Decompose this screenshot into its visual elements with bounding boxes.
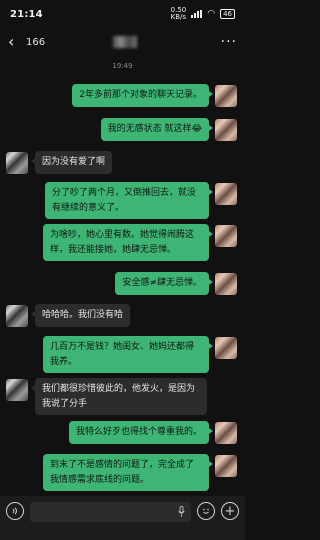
message-bubble[interactable]: 安全感≠肆无忌惮。 bbox=[115, 272, 213, 295]
microphone-icon[interactable] bbox=[178, 506, 185, 518]
battery-icon: 46 bbox=[220, 9, 235, 19]
wifi-icon: ◠ bbox=[207, 9, 216, 19]
net-speed: 0.50 KB/s bbox=[170, 6, 187, 21]
my-avatar[interactable] bbox=[215, 455, 237, 477]
back-arrow-icon[interactable]: ‹ bbox=[8, 34, 22, 50]
unread-count: 166 bbox=[26, 36, 46, 48]
status-indicators: 0.50 KB/s ◠ 46 bbox=[171, 7, 235, 21]
my-avatar[interactable] bbox=[215, 337, 237, 359]
my-avatar[interactable] bbox=[215, 85, 237, 107]
more-options-icon[interactable]: ··· bbox=[221, 34, 237, 50]
status-time: 21:14 bbox=[10, 8, 43, 20]
smiley-face-icon bbox=[203, 508, 209, 514]
my-avatar[interactable] bbox=[215, 422, 237, 444]
signal-icon bbox=[191, 10, 203, 18]
contact-avatar[interactable] bbox=[6, 379, 28, 401]
input-bar: + bbox=[0, 496, 245, 540]
message-bubble[interactable]: 我的无感状态 就这样😂 bbox=[100, 118, 214, 141]
contact-avatar[interactable] bbox=[6, 305, 28, 327]
message-bubble[interactable]: 分了吵了两个月，又倒推回去，就没有继续的意义了。 bbox=[45, 182, 213, 219]
message-bubble[interactable]: 几百万不是钱？她闺女、她妈还都得我养。 bbox=[43, 336, 213, 373]
message-bubble[interactable]: 哈哈哈。我们没有哈 bbox=[30, 304, 131, 327]
message-bubble[interactable]: 到末了不是感情的问题了，完全成了我情感需求底线的问题。 bbox=[43, 454, 213, 491]
my-avatar[interactable] bbox=[215, 273, 237, 295]
emoji-icon[interactable] bbox=[197, 502, 215, 520]
status-bar: 21:14 0.50 KB/s ◠ 46 bbox=[0, 0, 245, 28]
message-input[interactable] bbox=[30, 502, 191, 522]
voice-wave-icon bbox=[12, 507, 17, 515]
message-bubble[interactable]: 我们都很珍惜彼此的，他发火，是因为我说了分手 bbox=[31, 378, 207, 415]
my-avatar[interactable] bbox=[215, 183, 237, 205]
message-timestamp: 19:49 bbox=[112, 62, 133, 70]
message-bubble[interactable]: 为啥吵，她心里有数。她觉得闹腾这样，我还能接她，她肆无忌惮。 bbox=[43, 224, 213, 261]
chat-header: ‹ 166 ··· bbox=[0, 28, 245, 56]
voice-icon[interactable] bbox=[6, 502, 24, 520]
contact-name-blurred bbox=[113, 36, 137, 48]
my-avatar[interactable] bbox=[215, 225, 237, 247]
message-bubble[interactable]: 因为没有爱了啊 bbox=[30, 151, 113, 174]
my-avatar[interactable] bbox=[215, 119, 237, 141]
contact-avatar[interactable] bbox=[6, 152, 28, 174]
message-bubble[interactable]: 我特么好歹也得找个尊重我的。 bbox=[68, 421, 214, 444]
plus-icon[interactable]: + bbox=[221, 502, 239, 520]
chat-area[interactable]: 19:49 2年多前那个对象的聊天记录。 我的无感状态 就这样😂 因为没有爱了啊… bbox=[0, 56, 245, 496]
message-bubble[interactable]: 2年多前那个对象的聊天记录。 bbox=[72, 84, 213, 107]
